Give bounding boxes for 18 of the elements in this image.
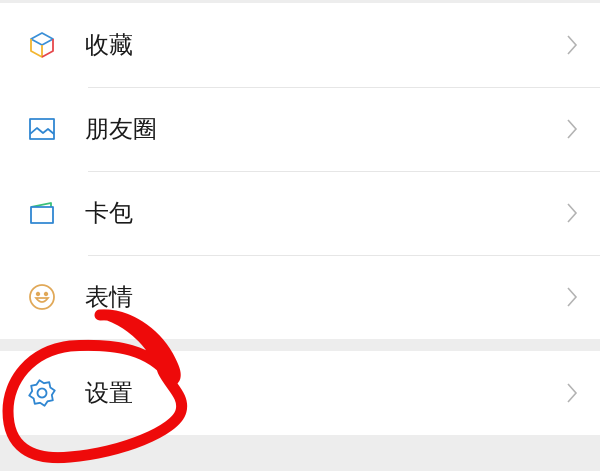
cube-icon <box>27 30 57 60</box>
chevron-icon <box>566 286 578 308</box>
menu-label: 设置 <box>85 378 134 409</box>
menu-item[interactable]: 表情 <box>0 255 600 339</box>
menu-label: 收藏 <box>85 30 134 61</box>
chevron-icon <box>566 34 578 56</box>
menu-item[interactable]: 设置 <box>0 351 600 435</box>
chevron-icon <box>566 118 578 140</box>
chevron-icon <box>566 382 578 404</box>
menu-item[interactable]: 朋友圈 <box>0 87 600 171</box>
settings-icon <box>27 378 57 408</box>
smiley-icon <box>27 282 57 312</box>
menu-item[interactable]: 卡包 <box>0 171 600 255</box>
menu-label: 朋友圈 <box>85 114 158 145</box>
chevron-icon <box>566 202 578 224</box>
menu-label: 卡包 <box>85 198 134 229</box>
menu-item[interactable]: 收藏 <box>0 3 600 87</box>
menu-label: 表情 <box>85 282 134 313</box>
